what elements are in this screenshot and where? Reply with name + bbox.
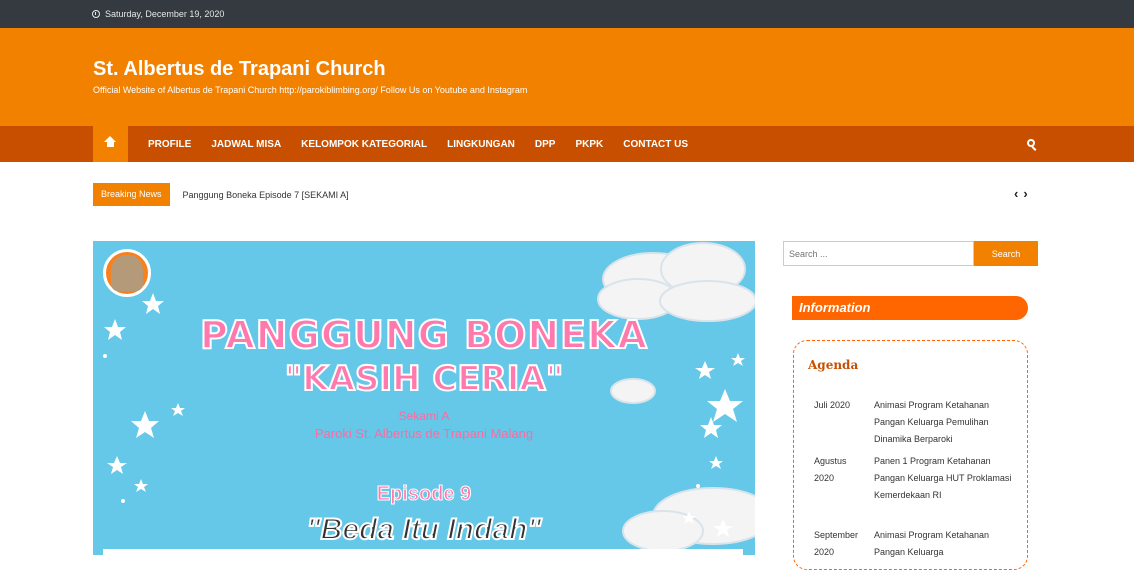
- agenda-widget: Agenda Juli 2020 Animasi Program Ketahan…: [793, 340, 1028, 570]
- nav-item-profile[interactable]: PROFILE: [148, 139, 191, 150]
- home-icon: [104, 136, 116, 149]
- site-title[interactable]: St. Albertus de Trapani Church: [93, 58, 386, 81]
- nav-item-dpp[interactable]: DPP: [535, 139, 556, 150]
- agenda-row: Agustus 2020 Panen 1 Program Ketahanan P…: [814, 453, 1014, 504]
- search-input[interactable]: [783, 241, 974, 266]
- site-description: Official Website of Albertus de Trapani …: [93, 85, 528, 95]
- hero-bottom-strip: [103, 549, 743, 555]
- chevron-left-icon[interactable]: ‹: [1014, 186, 1018, 201]
- hero-subtitle: Sekami A: [398, 409, 450, 423]
- site-header: St. Albertus de Trapani Church Official …: [0, 28, 1134, 126]
- agenda-month: Juli 2020: [814, 400, 851, 410]
- nav-menu: PROFILE JADWAL MISA KELOMPOK KATEGORIAL …: [148, 126, 708, 162]
- main-nav: PROFILE JADWAL MISA KELOMPOK KATEGORIAL …: [0, 126, 1134, 162]
- parish-logo: [103, 249, 151, 297]
- hero-title-line2: "KASIH CERIA": [284, 358, 565, 400]
- search-button[interactable]: Search: [974, 241, 1038, 266]
- agenda-row: September 2020 Animasi Program Ketahanan…: [814, 527, 1014, 561]
- information-heading: Information: [792, 296, 1028, 320]
- agenda-title: Agenda: [808, 358, 859, 372]
- agenda-events: Panen 1 Program Ketahanan Pangan Keluarg…: [874, 456, 1012, 500]
- breaking-news-bar: Breaking News Panggung Boneka Episode 7 …: [93, 183, 349, 206]
- hero-title-line1: PANGGUNG BONEKA: [199, 312, 648, 358]
- clock-icon: [92, 10, 100, 18]
- search-icon[interactable]: [1026, 138, 1038, 151]
- home-button[interactable]: [93, 126, 128, 162]
- nav-item-kelompok-kategorial[interactable]: KELOMPOK KATEGORIAL: [301, 139, 427, 150]
- agenda-events: Animasi Program Ketahanan Pangan Keluarg…: [874, 530, 990, 557]
- hero-parish: Paroki St. Albertus de Trapani Malang: [314, 426, 534, 441]
- agenda-row: Juli 2020 Animasi Program Ketahanan Pang…: [814, 397, 1014, 448]
- breaking-news-label: Breaking News: [93, 183, 170, 206]
- date-text: Saturday, December 19, 2020: [105, 9, 225, 19]
- ticker-controls: ‹ ›: [1014, 186, 1028, 201]
- nav-item-jadwal-misa[interactable]: JADWAL MISA: [211, 139, 281, 150]
- nav-item-pkpk[interactable]: PKPK: [575, 139, 603, 150]
- agenda-month: Agustus 2020: [814, 456, 847, 483]
- agenda-events: Animasi Program Ketahanan Pangan Keluarg…: [874, 400, 990, 444]
- date-display: Saturday, December 19, 2020: [92, 9, 224, 19]
- agenda-month: September 2020: [814, 530, 859, 557]
- nav-item-contact-us[interactable]: CONTACT US: [623, 139, 688, 150]
- breaking-news-headline[interactable]: Panggung Boneka Episode 7 [SEKAMI A]: [183, 190, 349, 200]
- featured-image[interactable]: PANGGUNG BONEKA "KASIH CERIA" Sekami A P…: [93, 241, 755, 555]
- sidebar-search: Search: [783, 241, 1038, 266]
- chevron-right-icon[interactable]: ›: [1023, 186, 1027, 201]
- hero-episode: Episode 9: [376, 483, 472, 506]
- nav-item-lingkungan[interactable]: LINGKUNGAN: [447, 139, 515, 150]
- hero-episode-title: "Beda Itu Indah": [305, 512, 542, 547]
- top-bar: Saturday, December 19, 2020: [0, 0, 1134, 28]
